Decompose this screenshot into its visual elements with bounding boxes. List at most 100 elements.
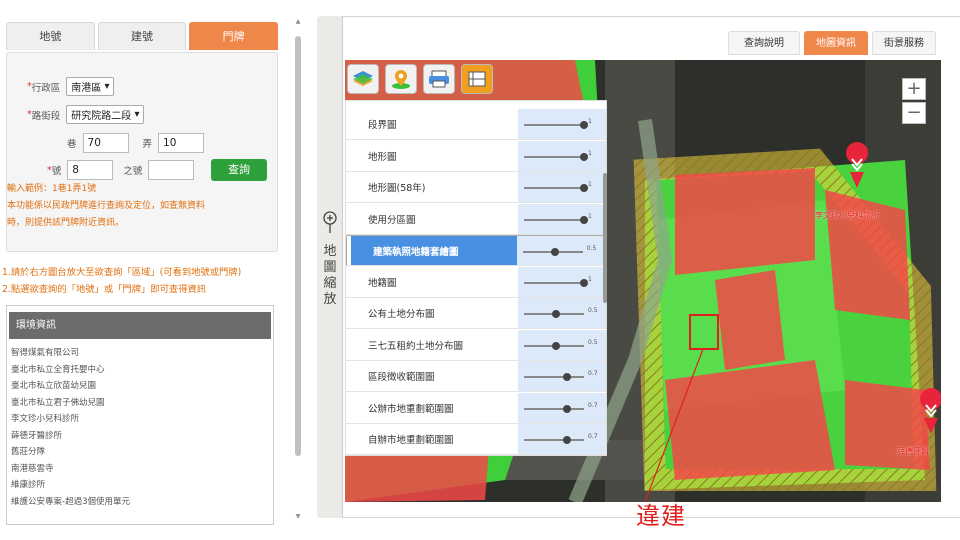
opacity-slider[interactable]: 1 (518, 203, 606, 234)
slider-value: 1 (588, 181, 592, 188)
layer-name[interactable]: 自辦市地重劃範圍圖 (346, 424, 518, 454)
opacity-slider[interactable]: 0.7 (518, 361, 606, 391)
tab-land-number[interactable]: 地號 (6, 22, 95, 50)
layer-name[interactable]: 段界圖 (346, 109, 518, 139)
number-input[interactable]: 8 (67, 160, 114, 180)
slider-track[interactable] (524, 281, 584, 284)
page-scrollbar[interactable]: ▲ ▼ (294, 18, 302, 520)
zoom-handle-icon[interactable] (322, 210, 338, 234)
opacity-slider[interactable]: 0.5 (518, 298, 606, 328)
query-button[interactable]: 查詢 (211, 159, 267, 181)
district-select[interactable]: 南港區 ▾ (66, 77, 115, 96)
layer-row[interactable]: 公辦市地重劃範圍圖 0.7 (346, 392, 606, 424)
opacity-slider[interactable]: 1 (518, 172, 606, 202)
slider-knob[interactable] (563, 373, 572, 381)
measure-button[interactable] (461, 64, 493, 94)
tab-query-help[interactable]: 查詢說明 (728, 31, 800, 55)
list-item[interactable]: 智得煤氣有限公司 (11, 345, 273, 362)
scroll-down-icon[interactable]: ▼ (294, 513, 302, 520)
layer-row[interactable]: 公有土地分布圖 0.5 (346, 298, 606, 329)
list-item[interactable]: 舊莊分隊 (11, 444, 273, 461)
district-label: 行政區 (31, 82, 61, 94)
layer-row[interactable]: 建築執照地籍套繪圖 0.5 (346, 235, 606, 266)
slider-knob[interactable] (563, 436, 572, 444)
print-button[interactable] (423, 64, 455, 94)
slider-knob[interactable] (580, 215, 588, 224)
tab-street-view[interactable]: 街景服務 (872, 31, 936, 55)
opacity-slider[interactable]: 1 (518, 266, 606, 297)
slider-knob[interactable] (550, 248, 559, 256)
opacity-slider[interactable]: 0.7 (518, 424, 606, 454)
sub-number-input[interactable] (148, 160, 195, 180)
slider-knob[interactable] (580, 278, 588, 287)
slider-knob[interactable] (552, 341, 560, 350)
zoom-out-button[interactable]: − (902, 102, 926, 124)
slider-track[interactable] (524, 407, 584, 410)
slider-value: 1 (588, 275, 592, 283)
slider-track[interactable] (524, 439, 584, 441)
opacity-slider[interactable]: 0.5 (516, 236, 603, 265)
layer-name[interactable]: 區段徵收範圍圖 (346, 361, 518, 391)
opacity-slider[interactable]: 1 (518, 109, 606, 139)
alley-input[interactable]: 10 (158, 133, 205, 153)
layer-name[interactable]: 建築執照地籍套繪圖 (351, 236, 517, 265)
slider-knob[interactable] (580, 184, 588, 192)
slider-track[interactable] (524, 155, 584, 158)
scrollbar-thumb[interactable] (603, 173, 607, 303)
tab-house-number[interactable]: 門牌 (189, 22, 279, 50)
help-text: 1.請於右方圖台放大至欲查詢「區域」(可看到地號或門牌) 2.點選欲查詢的「地號… (2, 264, 241, 298)
tab-building-number[interactable]: 建號 (97, 22, 187, 50)
slider-knob[interactable] (563, 404, 572, 413)
opacity-slider[interactable]: 0.7 (518, 392, 606, 423)
road-select[interactable]: 研究院路二段 ▾ (66, 105, 145, 124)
layer-name[interactable]: 公辦市地重劃範圍圖 (346, 392, 518, 423)
slider-value: 1 (588, 118, 592, 125)
list-item[interactable]: 維護公安專案-超過3個使用單元 (11, 494, 273, 511)
env-list: 智得煤氣有限公司 臺北市私立全育托嬰中心 臺北市私立欣苗幼兒園 臺北市私立君子佛… (7, 339, 273, 510)
list-item[interactable]: 臺北市私立欣苗幼兒園 (11, 378, 273, 395)
slider-knob[interactable] (580, 152, 588, 161)
layer-row[interactable]: 段界圖 1 (346, 109, 606, 140)
layer-name[interactable]: 公有土地分布圖 (346, 298, 518, 328)
lane-input[interactable]: 70 (82, 133, 129, 153)
slider-track[interactable] (524, 187, 584, 189)
help-line1: 1.請於右方圖台放大至欲查詢「區域」(可看到地號或門牌) (2, 267, 242, 278)
list-item[interactable]: 南港慈雲寺 (11, 461, 273, 478)
layer-row[interactable]: 地籍圖 1 (346, 266, 606, 298)
layer-row[interactable]: 三七五租約土地分布圖 0.5 (346, 329, 606, 361)
list-item[interactable]: 臺北市私立全育托嬰中心 (11, 362, 273, 379)
chevron-down-icon: ▾ (134, 109, 140, 120)
slider-track[interactable] (524, 124, 584, 126)
list-item[interactable]: 維康診所 (11, 477, 273, 494)
tab-map-info[interactable]: 地圖資訊 (804, 31, 868, 55)
slider-track[interactable] (524, 218, 584, 221)
slider-value: 0.7 (588, 433, 598, 440)
print-icon (429, 70, 449, 88)
list-item[interactable]: 薛德牙醫診所 (11, 428, 273, 445)
layer-name[interactable]: 地形圖(58年) (346, 172, 518, 202)
layer-row[interactable]: 地形圖 1 (346, 140, 606, 172)
layer-name[interactable]: 三七五租約土地分布圖 (346, 329, 518, 360)
layer-row[interactable]: 自辦市地重劃範圍圖 0.7 (346, 424, 606, 455)
layer-row[interactable]: 地形圖(58年) 1 (346, 172, 606, 203)
layer-panel-scrollbar[interactable] (603, 101, 607, 455)
layers-button[interactable] (347, 64, 379, 94)
zoom-in-button[interactable]: + (902, 78, 926, 100)
search-tabs: 地號 建號 門牌 (6, 22, 279, 50)
scrollbar-thumb[interactable] (295, 36, 301, 456)
zoom-strip[interactable]: 地圖縮放 (317, 16, 343, 518)
opacity-slider[interactable]: 0.5 (518, 329, 606, 360)
list-item[interactable]: 臺北市私立君子佛幼兒園 (11, 395, 273, 412)
slider-knob[interactable] (580, 121, 588, 129)
layer-name[interactable]: 地籍圖 (346, 266, 518, 297)
opacity-slider[interactable]: 1 (518, 140, 606, 171)
slider-track[interactable] (524, 376, 584, 378)
layer-name[interactable]: 使用分區圖 (346, 203, 518, 234)
scroll-up-icon[interactable]: ▲ (294, 18, 302, 25)
list-item[interactable]: 李文珍小兒科診所 (11, 411, 273, 428)
slider-knob[interactable] (552, 310, 560, 318)
layer-row[interactable]: 使用分區圖 1 (346, 203, 606, 235)
layer-name[interactable]: 地形圖 (346, 140, 518, 171)
layer-row[interactable]: 區段徵收範圍圖 0.7 (346, 361, 606, 392)
locate-button[interactable] (385, 64, 417, 94)
